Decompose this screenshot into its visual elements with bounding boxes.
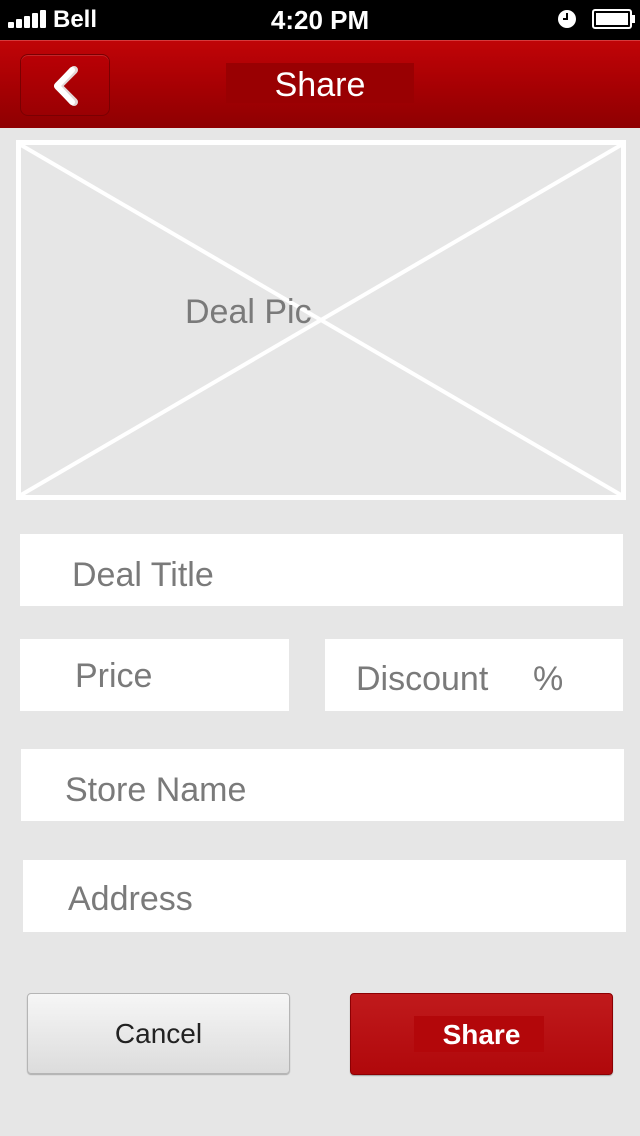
deal-title-placeholder: Deal Title xyxy=(72,556,214,594)
deal-pic-label: Deal Pic xyxy=(185,293,312,331)
store-name-placeholder: Store Name xyxy=(65,771,247,809)
discount-field[interactable]: Discount % xyxy=(325,639,623,711)
status-bar: Bell 4:20 PM xyxy=(0,0,640,40)
price-placeholder: Price xyxy=(75,657,153,695)
store-name-field[interactable]: Store Name xyxy=(21,749,624,821)
address-placeholder: Address xyxy=(68,880,193,918)
address-field[interactable]: Address xyxy=(23,860,626,932)
discount-placeholder: Discount xyxy=(356,660,489,698)
nav-bar: Share xyxy=(0,40,640,128)
share-label: Share xyxy=(442,1019,521,1050)
percent-sign: % xyxy=(533,660,564,698)
deal-title-field[interactable]: Deal Title xyxy=(20,534,623,606)
status-time: 4:20 PM xyxy=(270,5,370,35)
price-field[interactable]: Price xyxy=(20,639,289,711)
cancel-label: Cancel xyxy=(114,1018,203,1049)
share-button[interactable]: Share xyxy=(350,993,613,1075)
image-placeholder-icon xyxy=(21,145,621,495)
alarm-icon xyxy=(558,10,576,28)
battery-icon xyxy=(592,9,635,29)
page-title: Share xyxy=(274,66,366,104)
cancel-button[interactable]: Cancel xyxy=(27,993,290,1074)
deal-pic-placeholder[interactable]: Deal Pic xyxy=(16,140,626,500)
